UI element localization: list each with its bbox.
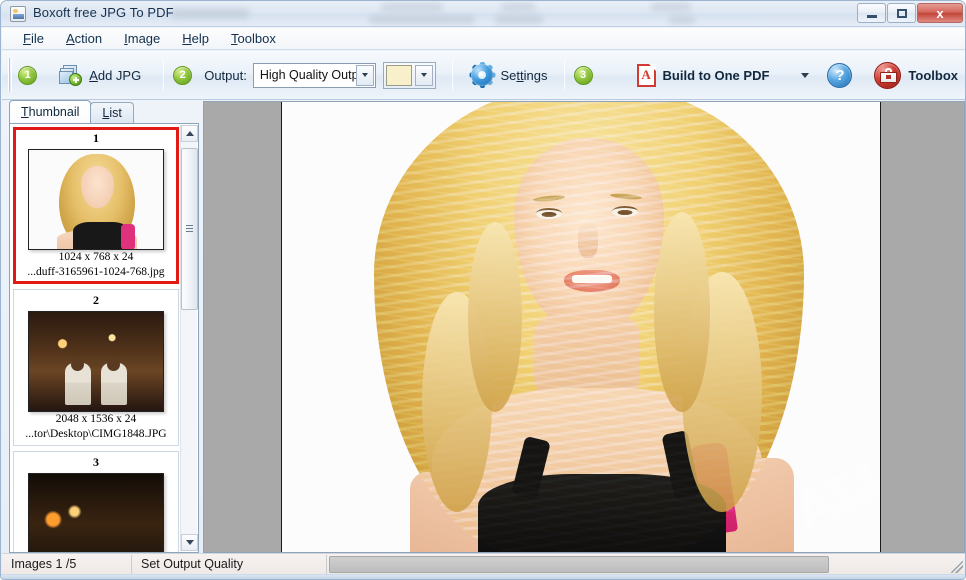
image-preview-pane[interactable]: ALL FREELOAD.NET — [203, 101, 965, 553]
output-quality-dropdown-arrow[interactable] — [356, 65, 374, 86]
left-pane: Thumbnail List 1 1024 x 768 x 24 — [9, 101, 199, 553]
menu-item-file[interactable]: File — [12, 29, 55, 49]
title-bar[interactable]: Boxoft free JPG To PDF x — [1, 1, 966, 27]
close-button[interactable]: x — [917, 3, 963, 23]
list-item[interactable]: 2 2048 x 1536 x 24 ...tor\Desktop\CIMG18… — [13, 289, 179, 446]
add-jpg-label: Add JPG — [89, 68, 141, 83]
thumbnail-list: 1 1024 x 768 x 24 ...duff-3165961-1024-7… — [13, 127, 179, 549]
resize-grip[interactable] — [951, 561, 963, 573]
status-bar: Images 1 /5 Set Output Quality — [2, 553, 966, 574]
thumbnail-number: 3 — [14, 455, 178, 470]
background-ghost-text — [501, 3, 535, 11]
thumbnail-path: ...tor\Desktop\CIMG1848.JPG — [14, 427, 178, 442]
image-document-icon — [10, 6, 26, 22]
thumbnail-image — [28, 149, 164, 250]
menu-item-action-label: ction — [75, 31, 102, 46]
application-window: Boxoft free JPG To PDF x File Action Ima… — [0, 0, 966, 580]
build-to-one-pdf-label: Build to One PDF — [663, 68, 770, 83]
thumbnail-scrollbar[interactable] — [180, 125, 197, 551]
scrollbar-thumb[interactable] — [181, 148, 198, 310]
chevron-down-icon — [421, 73, 427, 77]
tab-list[interactable]: List — [90, 102, 133, 123]
toolbar-separator — [564, 59, 565, 91]
background-ghost-text — [669, 16, 695, 24]
toolbar: 1 Add JPG 2 Output: High Quality Output — [2, 51, 966, 100]
menu-item-help-label: elp — [192, 31, 209, 46]
menu-item-image-label: mage — [128, 31, 161, 46]
list-item[interactable]: 1 1024 x 768 x 24 ...duff-3165961-1024-7… — [13, 127, 179, 284]
body-area: Thumbnail List 1 1024 x 768 x 24 — [2, 100, 966, 555]
gear-icon — [470, 63, 494, 87]
pdf-icon — [637, 64, 656, 87]
window-bottom-edge — [1, 574, 966, 579]
close-icon: x — [918, 4, 962, 22]
color-picker[interactable] — [383, 62, 436, 89]
step-3-badge: 3 — [574, 66, 593, 85]
thumbnail-image — [28, 473, 164, 553]
output-quality-select[interactable]: High Quality Output — [253, 63, 376, 88]
tab-thumbnail[interactable]: Thumbnail — [9, 100, 91, 123]
help-icon[interactable]: ? — [827, 63, 852, 88]
step-2-badge: 2 — [173, 66, 192, 85]
preview-image: ALL FREELOAD.NET — [281, 102, 881, 553]
settings-label: Settings — [501, 68, 548, 83]
watermark-main-text: ALL — [782, 438, 881, 546]
thumbnail-dimensions: 1024 x 768 x 24 — [16, 250, 176, 265]
toolbar-separator — [452, 59, 453, 91]
menu-item-help[interactable]: Help — [171, 29, 220, 49]
menu-item-image[interactable]: Image — [113, 29, 171, 49]
add-jpg-button[interactable]: Add JPG — [51, 61, 149, 90]
build-to-one-pdf-button[interactable]: Build to One PDF — [629, 60, 778, 91]
status-progress-bar — [329, 556, 829, 573]
toolbox-label: Toolbox — [908, 68, 958, 83]
status-hint: Set Output Quality — [132, 555, 327, 574]
output-quality-value: High Quality Output — [254, 68, 369, 82]
thumbnail-dimensions: 2048 x 1536 x 24 — [14, 412, 178, 427]
thumbnail-image — [28, 311, 164, 412]
status-images-count: Images 1 /5 — [2, 555, 132, 574]
background-ghost-text — [495, 15, 543, 24]
build-dropdown-arrow[interactable] — [801, 73, 809, 78]
background-ghost-text — [369, 15, 475, 24]
add-jpg-icon — [59, 65, 82, 86]
settings-button[interactable]: Settings — [462, 59, 556, 91]
list-item[interactable]: 3 — [13, 451, 179, 553]
toolbar-grip[interactable] — [7, 58, 12, 92]
background-ghost-text — [381, 3, 443, 11]
scroll-down-arrow-icon[interactable] — [181, 534, 198, 551]
menu-item-toolbox-label: oolbox — [238, 31, 276, 46]
watermark-sub-text: FREELOAD.NET — [820, 444, 881, 514]
background-ghost-text — [171, 8, 249, 19]
toolbox-button[interactable]: Toolbox — [866, 58, 966, 93]
minimize-button[interactable] — [857, 3, 886, 23]
restore-button[interactable] — [887, 3, 916, 23]
menu-bar: File Action Image Help Toolbox — [2, 28, 966, 50]
tab-bar: Thumbnail List — [9, 101, 133, 123]
menu-item-file-label: ile — [31, 31, 44, 46]
window-controls: x — [857, 3, 963, 23]
color-swatch[interactable] — [386, 65, 412, 86]
thumbnail-number: 1 — [16, 131, 176, 146]
scroll-up-arrow-icon[interactable] — [181, 125, 198, 142]
tab-list-label: ist — [109, 106, 122, 120]
tab-thumbnail-label: humbnail — [29, 105, 80, 119]
chevron-down-icon — [362, 73, 368, 77]
thumbnail-path: ...duff-3165961-1024-768.jpg — [16, 265, 176, 280]
output-label: Output: — [204, 68, 247, 83]
menu-item-action[interactable]: Action — [55, 29, 113, 49]
background-ghost-text — [651, 3, 691, 11]
window-title: Boxoft free JPG To PDF — [33, 5, 174, 20]
thumbnail-number: 2 — [14, 293, 178, 308]
toolbox-icon — [874, 62, 901, 89]
thumbnail-list-panel[interactable]: 1 1024 x 768 x 24 ...duff-3165961-1024-7… — [9, 123, 199, 553]
menu-item-toolbox[interactable]: Toolbox — [220, 29, 287, 49]
color-dropdown-arrow[interactable] — [415, 65, 433, 86]
step-1-badge: 1 — [18, 66, 37, 85]
toolbar-separator — [163, 59, 164, 91]
